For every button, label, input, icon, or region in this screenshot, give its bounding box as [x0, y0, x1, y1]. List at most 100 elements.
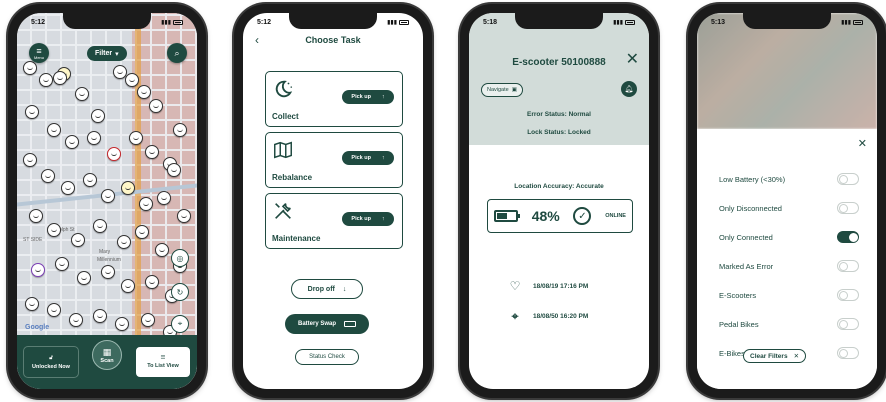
vehicle-pin[interactable] [149, 99, 163, 113]
vehicle-pin[interactable] [23, 153, 37, 167]
battery-icon [853, 19, 863, 25]
vehicle-pin[interactable] [115, 317, 129, 331]
vehicle-pin[interactable] [69, 313, 83, 327]
vehicle-pin[interactable] [101, 265, 115, 279]
battery-swap-button[interactable]: Battery Swap [285, 314, 369, 334]
layers-button[interactable]: ◎ [171, 249, 189, 267]
vehicle-pin[interactable] [177, 209, 191, 223]
vehicle-pin[interactable] [107, 147, 121, 161]
vehicle-pin[interactable] [145, 275, 159, 289]
vehicle-pin[interactable] [75, 87, 89, 101]
filter-toggle[interactable] [837, 173, 859, 185]
refresh-button[interactable]: ↻ [171, 283, 189, 301]
page-title: Choose Task [305, 35, 361, 45]
status-time: 5:18 [483, 18, 498, 26]
scan-button[interactable]: ▦ Scan [92, 340, 122, 370]
bell-button[interactable]: 🔔︎ [621, 81, 637, 97]
close-icon[interactable]: ✕ [858, 137, 867, 150]
pick-up-button[interactable]: Pick up ↑ [342, 212, 394, 226]
vehicle-pin[interactable] [91, 109, 105, 123]
vehicle-pin[interactable] [47, 223, 61, 237]
navigate-button[interactable]: Navigate ▣ [481, 83, 523, 97]
battery-percent: 48% [531, 208, 560, 224]
vehicle-pin[interactable] [65, 135, 79, 149]
vehicle-pin[interactable] [77, 271, 91, 285]
vehicle-pin[interactable] [29, 209, 43, 223]
phone-map-screen: 5:12 ▮▮▮ Randolph St Mary Millennium ST … [8, 4, 206, 398]
toggle-knob [839, 349, 848, 358]
vehicle-pin[interactable] [139, 197, 153, 211]
filter-toggle[interactable] [837, 231, 859, 243]
signal-icon: ▮▮▮ [161, 19, 171, 26]
pick-up-button[interactable]: Pick up ↑ [342, 90, 394, 104]
pick-up-button[interactable]: Pick up ↑ [342, 151, 394, 165]
locate-button[interactable]: ⌖ [171, 315, 189, 333]
vehicle-pin[interactable] [145, 145, 159, 159]
vehicle-pin[interactable] [71, 233, 85, 247]
vehicle-pin[interactable] [121, 279, 135, 293]
phone-notch [515, 13, 603, 29]
filter-toggle[interactable] [837, 347, 859, 359]
tools-icon [275, 203, 291, 219]
vehicle-pin[interactable] [87, 131, 101, 145]
close-icon[interactable]: ✕ [626, 49, 639, 69]
filter-toggle[interactable] [837, 318, 859, 330]
vehicle-pin[interactable] [125, 73, 139, 87]
filter-label: E-Bikes [719, 348, 745, 358]
task-card-collect[interactable]: Collect Pick up ↑ [265, 71, 403, 127]
vehicle-pin[interactable] [141, 313, 155, 327]
clear-filters-button[interactable]: Clear Filters ✕ [743, 349, 807, 363]
scan-label: Scan [100, 357, 114, 364]
vehicle-pin[interactable] [135, 225, 149, 239]
phone-notch [63, 13, 151, 29]
vehicle-pin[interactable] [55, 257, 69, 271]
vehicle-pin[interactable] [137, 85, 151, 99]
vehicle-pin[interactable] [23, 61, 37, 75]
to-list-view-button[interactable]: ☰ To List View [135, 346, 191, 378]
vehicle-pin[interactable] [155, 243, 169, 257]
toggle-knob [839, 175, 848, 184]
menu-button[interactable]: ≡ Menu [29, 43, 49, 63]
vehicle-pin[interactable] [39, 73, 53, 87]
status-time: 5:12 [31, 18, 46, 26]
vehicle-pin[interactable] [93, 219, 107, 233]
unlocked-now-button[interactable]: 🔓︎ Unlocked Now [23, 346, 79, 378]
status-check-button[interactable]: Status Check [295, 349, 359, 365]
drop-off-button[interactable]: Drop off ↓ [291, 279, 363, 299]
vehicle-pin[interactable] [61, 181, 75, 195]
vehicle-pin[interactable] [41, 169, 55, 183]
vehicle-pin[interactable] [25, 105, 39, 119]
vehicle-pin[interactable] [167, 163, 181, 177]
filter-toggle[interactable] [837, 289, 859, 301]
vehicle-pin[interactable] [117, 235, 131, 249]
vehicle-pin[interactable] [47, 123, 61, 137]
filter-toggle[interactable] [837, 260, 859, 272]
vehicle-pin[interactable] [47, 303, 61, 317]
task-card-rebalance[interactable]: Rebalance Pick up ↑ [265, 132, 403, 188]
filter-button[interactable]: Filter ▾ [87, 46, 127, 61]
map-bottom-bar: 🔓︎ Unlocked Now ▦ Scan ☰ To List View [17, 335, 197, 389]
search-button[interactable]: ⌕ [167, 43, 187, 63]
map-view[interactable]: Randolph St Mary Millennium ST SIDE [17, 13, 197, 389]
task-name: Rebalance [272, 173, 313, 182]
filter-toggle[interactable] [837, 202, 859, 214]
vehicle-pin[interactable] [121, 181, 135, 195]
vehicle-pin[interactable] [53, 71, 67, 85]
page-title: E-scooter 50100888 [512, 57, 606, 68]
vehicle-pin[interactable] [93, 309, 107, 323]
filter-row: Only Disconnected [719, 200, 859, 216]
phone-scooter-detail-screen: 5:18 ▮▮▮ E-scooter 50100888 ✕ Navigate ▣… [460, 4, 658, 398]
filter-row: Marked As Error [719, 258, 859, 274]
vehicle-pin[interactable] [83, 173, 97, 187]
pick-up-label: Pick up [351, 216, 371, 222]
list-icon: ☰ [160, 355, 166, 361]
toggle-knob [839, 262, 848, 271]
vehicle-pin[interactable] [31, 263, 45, 277]
vehicle-pin[interactable] [25, 297, 39, 311]
vehicle-pin[interactable] [173, 123, 187, 137]
vehicle-pin[interactable] [101, 189, 115, 203]
task-card-maintenance[interactable]: Maintenance Pick up ↑ [265, 193, 403, 249]
online-status: ONLINE [605, 213, 626, 219]
vehicle-pin[interactable] [129, 131, 143, 145]
vehicle-pin[interactable] [157, 191, 171, 205]
